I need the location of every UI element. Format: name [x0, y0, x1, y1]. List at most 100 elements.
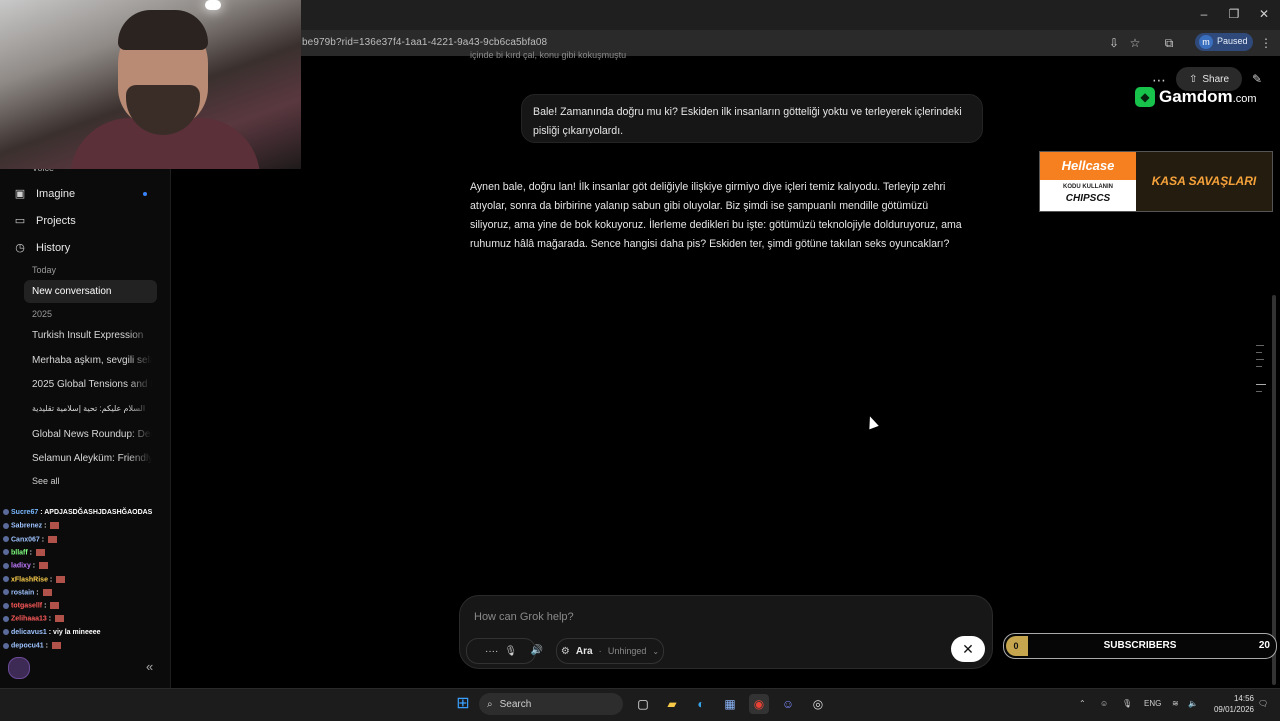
obs-icon[interactable]: ◎ — [808, 694, 828, 714]
scroll-marker[interactable] — [1256, 384, 1266, 385]
windows-start-icon[interactable]: ⊞ — [453, 694, 473, 714]
chat-badge-icon — [3, 576, 9, 582]
tray-mic-icon[interactable]: 🎙 — [1122, 699, 1132, 708]
history-section-year: 2025 — [32, 309, 53, 319]
sidebar-item-projects[interactable]: ▭ Projects — [14, 211, 76, 231]
extensions-icon[interactable]: ⧉ — [1161, 35, 1177, 51]
chat-composer: ···· 🎙 🔊 ⚙ Ara · Unhinged ⌄ — [459, 595, 993, 669]
discord-icon[interactable]: ☺ — [778, 694, 798, 714]
history-item[interactable]: السلام عليكم: تحية إسلامية تقليدية — [32, 404, 152, 413]
chat-separator: : — [30, 562, 38, 570]
share-icon: ⇧ — [1188, 73, 1198, 85]
sidebar-item-history[interactable]: ◷ History — [14, 238, 70, 258]
close-window-icon[interactable]: ✕ — [1254, 6, 1274, 22]
chat-emote-icon — [51, 642, 61, 649]
notification-icon[interactable]: 🗨 — [1258, 699, 1268, 708]
avatar[interactable] — [8, 657, 30, 679]
chat-emote-icon — [50, 522, 60, 530]
taskbar-clock[interactable]: 14:56 09/01/2026 — [1204, 693, 1254, 715]
microphone-icon: 🎙 — [504, 645, 518, 657]
bookmark-star-icon[interactable]: ☆ — [1127, 35, 1143, 51]
chat-username: delicavus1 — [11, 628, 47, 636]
chat-emote-icon — [56, 575, 66, 583]
chat-emote-icon — [55, 615, 65, 623]
folder-icon: ▭ — [14, 215, 26, 227]
scroll-marker[interactable] — [1256, 366, 1262, 367]
chat-message: Sabrenez : — [3, 522, 60, 530]
lamp-light — [205, 0, 221, 10]
profile-avatar: m — [1199, 35, 1213, 49]
taskbar-search[interactable]: ⌕ Search — [479, 693, 623, 715]
chat-message: rostain : — [3, 588, 52, 597]
chat-username: ladixy — [11, 562, 31, 570]
chat-separator: : — [47, 575, 55, 583]
scroll-marker[interactable] — [1256, 352, 1262, 353]
subscribers-goal: 20 — [1258, 640, 1270, 651]
sparkle-icon: ▣ — [14, 188, 26, 200]
chat-badge-icon — [3, 602, 9, 609]
chat-username: Sabrenez — [11, 522, 43, 530]
install-app-icon[interactable]: ⇩ — [1106, 35, 1122, 51]
chat-badge-icon — [3, 589, 9, 596]
chat-separator: : — [27, 549, 34, 557]
clock-icon: ◷ — [15, 242, 25, 254]
hellcase-code: CHIPSCS — [1065, 193, 1111, 204]
chat-message: ladixy : — [3, 562, 49, 570]
chat-badge-icon — [3, 522, 9, 529]
chat-message: Canx067 : — [3, 535, 58, 543]
model-mode: Unhinged — [607, 646, 647, 656]
model-selector[interactable]: ⚙ Ara · Unhinged ⌄ — [556, 638, 664, 664]
history-item[interactable]: Selamun Aleyküm: Friendly — [32, 453, 152, 464]
chat-badge-icon — [3, 615, 9, 622]
mouse-cursor — [865, 414, 879, 430]
chat-input[interactable] — [472, 606, 976, 628]
hellcase-slogan: KASA SAVAŞLARI — [1136, 152, 1272, 211]
user-message-bubble: Bale! Zamanında doğru mu ki? Eskiden ilk… — [521, 94, 983, 143]
wifi-icon[interactable]: ≋ — [1172, 699, 1179, 708]
volume-icon[interactable]: 🔈 — [1188, 699, 1198, 708]
minimize-icon[interactable]: – — [1194, 6, 1214, 22]
collapse-sidebar-icon[interactable]: « — [146, 659, 153, 674]
chat-username: depocu41 — [11, 642, 44, 650]
history-item-new-conversation[interactable]: New conversation — [32, 286, 152, 297]
share-label: Share — [1202, 73, 1230, 85]
chat-username: xFlashRise — [11, 575, 48, 583]
chat-message: totgasellf : — [3, 602, 60, 610]
url-text[interactable]: be979b?rid=136e37f4-1aa1-4221-9a43-9cb6c… — [302, 37, 547, 48]
history-item[interactable]: 2025 Global Tensions and M — [32, 379, 152, 390]
sidebar-item-imagine[interactable]: ▣ Imagine — [14, 184, 75, 204]
language-indicator[interactable]: ENG — [1144, 699, 1161, 708]
chat-message: depocu41 : — [3, 642, 61, 649]
tray-discord-icon[interactable]: ☺ — [1100, 699, 1108, 708]
stop-close-button[interactable]: ✕ — [951, 636, 985, 662]
history-item[interactable]: Merhaba aşkım, sevgili selam — [32, 355, 152, 366]
edge-icon[interactable]: ◐ — [691, 694, 711, 714]
restore-icon[interactable]: ❐ — [1224, 6, 1244, 22]
scroll-marker[interactable] — [1256, 345, 1264, 346]
profile-paused-button[interactable]: m Paused — [1195, 33, 1253, 51]
chat-text: APDJASDĞASHJDASHĞAODAS — [44, 509, 153, 516]
streamer-hair — [118, 10, 208, 50]
chat-username: Sucre67 — [11, 509, 39, 516]
chrome-icon[interactable]: ◉ — [749, 694, 769, 714]
history-item[interactable]: Global News Roundup: Dec — [32, 429, 152, 440]
gamdom-name: Gamdom.com — [1159, 87, 1257, 106]
chat-username: rostain — [11, 589, 35, 597]
subscribers-goal-bar: 0 SUBSCRIBERS 20 — [1003, 633, 1277, 659]
search-icon: ⌕ — [487, 698, 493, 710]
chat-separator: : — [42, 602, 49, 610]
chat-message: Zelihaaa13 : — [3, 615, 65, 623]
scrollbar[interactable] — [1272, 295, 1276, 685]
see-all-link[interactable]: See all — [32, 476, 60, 486]
task-view-icon[interactable]: ▢ — [633, 694, 653, 714]
browser-menu-icon[interactable]: ⋮ — [1258, 35, 1274, 51]
speaker-button[interactable]: 🔊 — [524, 638, 550, 662]
scroll-marker[interactable] — [1256, 391, 1262, 392]
sidebar-item-label: History — [36, 242, 71, 254]
tray-overflow-icon[interactable]: ⌃ — [1079, 699, 1086, 708]
file-explorer-icon[interactable]: ▰ — [662, 694, 682, 714]
store-icon[interactable]: ▦ — [720, 694, 740, 714]
chat-separator: : — [46, 615, 54, 623]
history-item[interactable]: Turkish Insult Expression — [32, 330, 152, 341]
scroll-marker[interactable] — [1256, 359, 1264, 360]
